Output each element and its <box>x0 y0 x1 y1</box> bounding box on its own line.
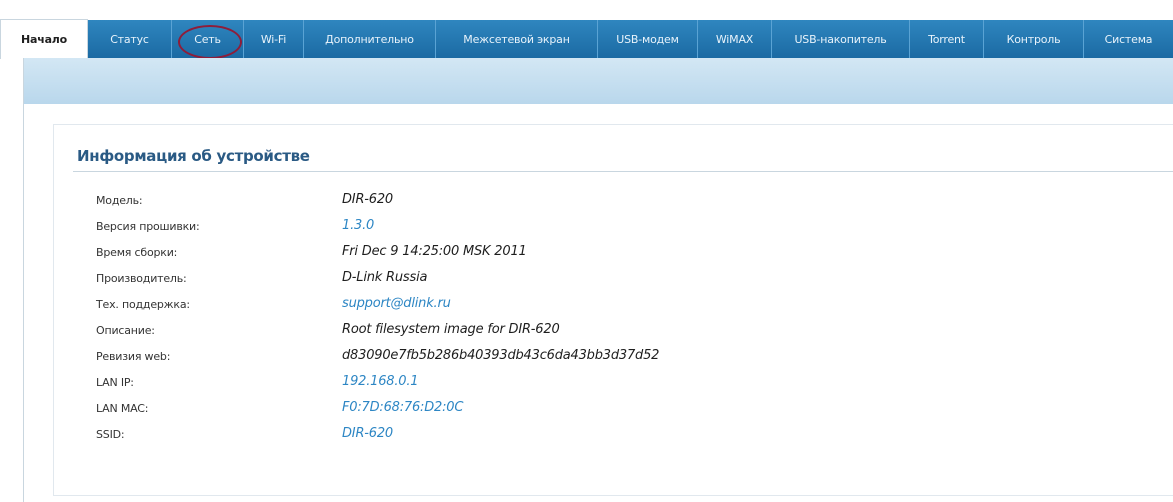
info-row-lan-mac: LAN MAC: F0:7D:68:76:D2:0C <box>96 400 1096 420</box>
lan-ip-link[interactable]: 192.168.0.1 <box>342 374 419 389</box>
info-label: Модель: <box>96 194 143 207</box>
section-title: Информация об устройстве <box>77 147 310 165</box>
tab-label: Torrent <box>928 32 965 46</box>
tab-wimax[interactable]: WiMAX <box>698 20 772 58</box>
tab-label: Межсетевой экран <box>463 32 570 46</box>
tab-label: Дополнительно <box>325 32 414 46</box>
info-row-support: Тех. поддержка: support@dlink.ru <box>96 296 1096 316</box>
info-value: d83090e7fb5b286b40393db43c6da43bb3d37d52 <box>342 348 660 363</box>
info-row-ssid: SSID: DIR-620 <box>96 426 1096 446</box>
info-label: Тех. поддержка: <box>96 298 190 311</box>
info-label: LAN MAC: <box>96 402 149 415</box>
tab-control[interactable]: Контроль <box>984 20 1084 58</box>
info-label: Время сборки: <box>96 246 178 259</box>
content-left-border <box>23 58 24 502</box>
info-value: D-Link Russia <box>342 270 428 285</box>
info-label: LAN IP: <box>96 376 134 389</box>
tab-network[interactable]: Сеть <box>172 20 244 58</box>
lan-mac-link[interactable]: F0:7D:68:76:D2:0C <box>342 400 463 415</box>
router-admin-page: Начало Статус Сеть Wi-Fi Дополнительно М… <box>0 0 1173 502</box>
firmware-version-link[interactable]: 1.3.0 <box>342 218 374 233</box>
section-divider <box>73 171 1173 172</box>
tab-label: Wi-Fi <box>260 32 287 46</box>
info-row-build-time: Время сборки: Fri Dec 9 14:25:00 MSK 201… <box>96 244 1096 264</box>
support-email-link[interactable]: support@dlink.ru <box>342 296 451 311</box>
tab-home[interactable]: Начало <box>0 19 88 59</box>
info-label: Ревизия web: <box>96 350 171 363</box>
tab-torrent[interactable]: Torrent <box>910 20 984 58</box>
tab-system[interactable]: Система <box>1084 20 1173 58</box>
info-value: Root filesystem image for DIR-620 <box>342 322 560 337</box>
tab-usb-modem[interactable]: USB-модем <box>598 20 698 58</box>
tab-firewall[interactable]: Межсетевой экран <box>436 20 598 58</box>
info-label: Производитель: <box>96 272 187 285</box>
info-row-description: Описание: Root filesystem image for DIR-… <box>96 322 1096 342</box>
tab-status[interactable]: Статус <box>88 20 172 58</box>
tab-label: Статус <box>110 32 149 46</box>
tab-label: WiMAX <box>715 32 754 46</box>
info-value: DIR-620 <box>342 192 393 207</box>
info-value: Fri Dec 9 14:25:00 MSK 2011 <box>342 244 527 259</box>
main-nav: Начало Статус Сеть Wi-Fi Дополнительно М… <box>0 19 1173 59</box>
info-label: Описание: <box>96 324 155 337</box>
info-row-firmware: Версия прошивки: 1.3.0 <box>96 218 1096 238</box>
info-label: Версия прошивки: <box>96 220 200 233</box>
header-band <box>23 58 1173 104</box>
tab-label: USB-накопитель <box>794 32 887 46</box>
tab-label: Контроль <box>1006 32 1061 46</box>
tab-label: USB-модем <box>616 32 679 46</box>
tab-label: Сеть <box>194 32 221 46</box>
tab-advanced[interactable]: Дополнительно <box>304 20 436 58</box>
info-label: SSID: <box>96 428 125 441</box>
info-row-model: Модель: DIR-620 <box>96 192 1096 212</box>
info-row-web-revision: Ревизия web: d83090e7fb5b286b40393db43c6… <box>96 348 1096 368</box>
info-row-lan-ip: LAN IP: 192.168.0.1 <box>96 374 1096 394</box>
ssid-link[interactable]: DIR-620 <box>342 426 393 441</box>
tab-label: Начало <box>20 33 68 46</box>
info-row-vendor: Производитель: D-Link Russia <box>96 270 1096 290</box>
tab-usb-storage[interactable]: USB-накопитель <box>772 20 910 58</box>
tab-label: Система <box>1104 32 1153 46</box>
tab-wifi[interactable]: Wi-Fi <box>244 20 304 58</box>
